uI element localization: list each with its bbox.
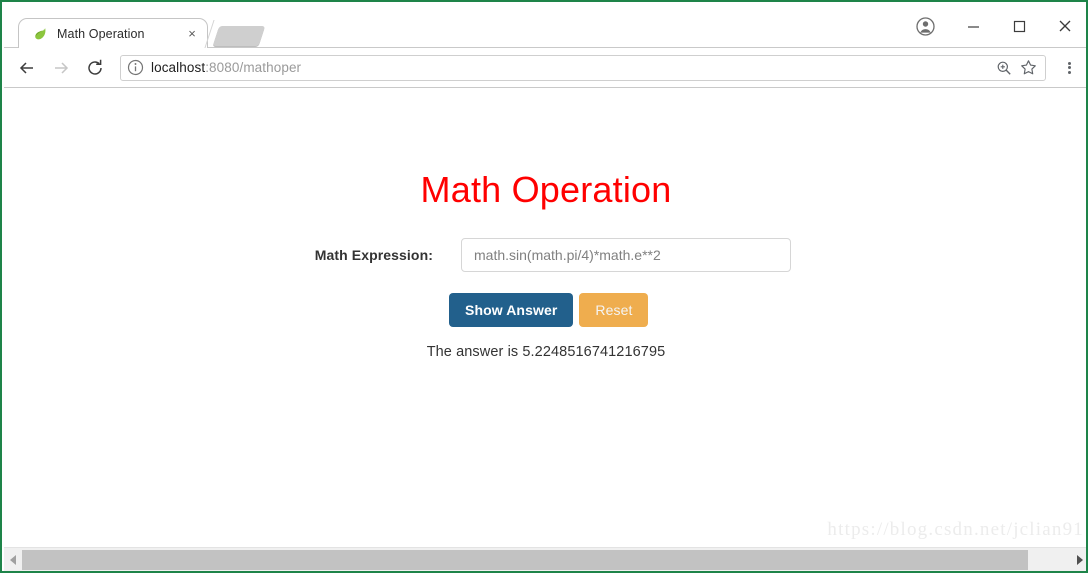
forward-arrow-icon [44,51,78,85]
tab-math-operation[interactable]: Math Operation × [18,18,208,48]
url-text: localhost:8080/mathoper [151,60,991,75]
info-circle-icon[interactable] [127,59,144,76]
scrollbar-track[interactable] [22,549,1070,571]
star-icon[interactable] [1017,57,1039,79]
three-dot-menu-icon[interactable] [1054,51,1084,85]
address-bar[interactable]: localhost:8080/mathoper [120,54,1046,81]
expression-form-row: Math Expression: [4,238,1086,272]
page-title: Math Operation [420,169,672,211]
scroll-right-arrow[interactable] [1070,549,1086,571]
tab-close-icon[interactable]: × [183,25,201,43]
profile-icon[interactable] [900,4,950,48]
spring-leaf-favicon [31,25,48,42]
reset-button[interactable]: Reset [579,293,649,327]
maximize-button[interactable] [996,4,1042,48]
url-host: localhost [151,60,206,75]
tab-title: Math Operation [57,26,145,41]
form-button-row: Show Answer Reset [449,293,649,327]
close-window-button[interactable] [1042,4,1086,48]
browser-window: Math Operation × localhost:8080/mathoper… [0,0,1088,573]
reload-icon[interactable] [78,51,112,85]
horizontal-scrollbar[interactable] [4,547,1086,571]
tab-strip: Math Operation × [4,4,1086,48]
expression-label: Math Expression: [314,247,433,263]
new-tab-button[interactable] [212,26,266,46]
show-answer-button[interactable]: Show Answer [449,293,574,327]
browser-toolbar: localhost:8080/mathoper [4,48,1086,88]
window-controls [900,4,1086,48]
minimize-button[interactable] [950,4,996,48]
answer-text: The answer is 5.2248516741216795 [426,344,666,360]
back-arrow-icon[interactable] [10,51,44,85]
watermark-text: https://blog.csdn.net/jclian91 [827,519,1084,540]
url-path: :8080/mathoper [205,60,302,75]
page-viewport: Math Operation Math Expression: Show Ans… [4,89,1086,547]
expression-input[interactable] [461,238,791,272]
scroll-left-arrow[interactable] [4,549,22,571]
zoom-in-icon[interactable] [993,57,1015,79]
scrollbar-thumb[interactable] [22,549,1029,570]
